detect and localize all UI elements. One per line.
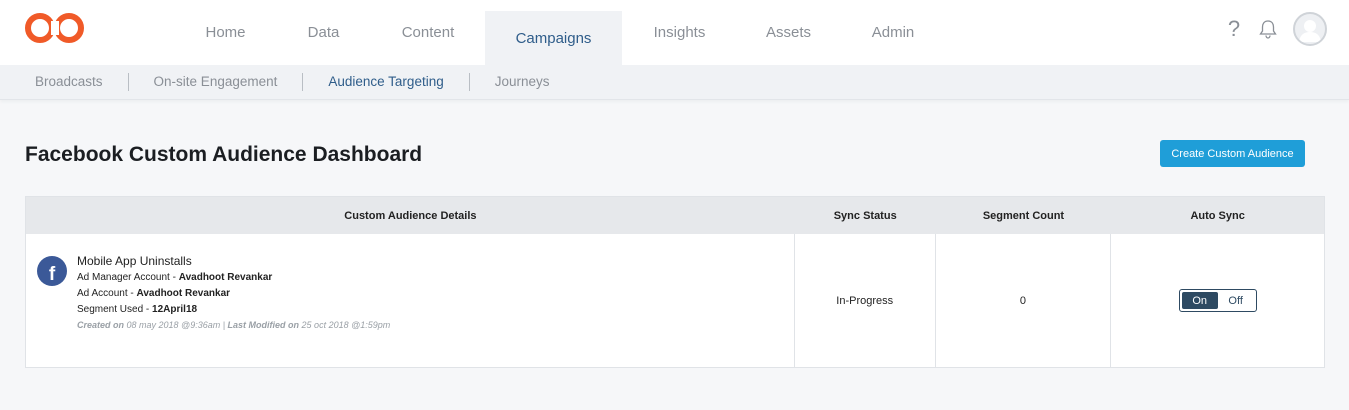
header-auto-sync: Auto Sync	[1190, 209, 1245, 222]
subnav-broadcasts[interactable]: Broadcasts	[0, 73, 128, 91]
help-icon[interactable]: ?	[1225, 16, 1243, 42]
header-sync-status: Sync Status	[833, 209, 897, 222]
top-navigation-bar: Home Data Content Campaigns Insights Ass…	[0, 0, 1349, 65]
auto-sync-cell: On Off	[1111, 234, 1324, 367]
tab-content[interactable]: Content	[371, 0, 485, 65]
create-custom-audience-button[interactable]: Create Custom Audience	[1160, 140, 1305, 167]
tab-data[interactable]: Data	[276, 0, 371, 65]
sync-status-cell: In-Progress	[795, 234, 936, 367]
main-nav: Home Data Content Campaigns Insights Ass…	[175, 0, 946, 65]
segment-count-cell: 0	[936, 234, 1112, 367]
header-segment-count: Segment Count	[982, 209, 1065, 222]
facebook-icon: f	[37, 256, 67, 286]
audience-details-cell: f Mobile App Uninstalls Ad Manager Accou…	[26, 234, 795, 367]
page-title: Facebook Custom Audience Dashboard	[25, 143, 423, 166]
tab-insights[interactable]: Insights	[622, 0, 737, 65]
user-avatar-icon	[1299, 20, 1321, 42]
auto-sync-off-option[interactable]: Off	[1218, 292, 1254, 309]
avatar[interactable]	[1293, 12, 1327, 46]
auto-sync-toggle[interactable]: On Off	[1178, 289, 1257, 312]
bell-icon[interactable]	[1257, 18, 1279, 40]
audience-name[interactable]: Mobile App Uninstalls	[77, 254, 390, 268]
tab-campaigns[interactable]: Campaigns	[485, 0, 622, 65]
tab-admin[interactable]: Admin	[840, 0, 946, 65]
audience-table: Custom Audience Details Sync Status Segm…	[25, 196, 1325, 368]
ad-manager-account: Ad Manager Account - Avadhoot Revankar	[77, 272, 273, 283]
audience-timestamps: Created on 08 may 2018 @9:36am | Last Mo…	[77, 320, 391, 330]
subnav-journeys[interactable]: Journeys	[468, 73, 575, 91]
table-row: f Mobile App Uninstalls Ad Manager Accou…	[26, 234, 1324, 367]
sub-navigation: Broadcasts On-site Engagement Audience T…	[0, 65, 1349, 100]
audience-info: Mobile App Uninstalls Ad Manager Account…	[77, 254, 390, 330]
header-details: Custom Audience Details	[344, 209, 477, 222]
table-header: Custom Audience Details Sync Status Segm…	[26, 197, 1324, 234]
infinity-logo-icon[interactable]	[24, 12, 86, 44]
tab-home[interactable]: Home	[175, 0, 276, 65]
header-actions: ?	[1225, 12, 1327, 46]
subnav-audience-targeting[interactable]: Audience Targeting	[302, 73, 468, 91]
tab-assets[interactable]: Assets	[737, 0, 840, 65]
ad-account: Ad Account - Avadhoot Revankar	[77, 288, 231, 299]
auto-sync-on-option[interactable]: On	[1181, 292, 1218, 309]
segment-used: Segment Used - 12April18	[77, 304, 198, 315]
subnav-onsite-engagement[interactable]: On-site Engagement	[127, 73, 303, 91]
